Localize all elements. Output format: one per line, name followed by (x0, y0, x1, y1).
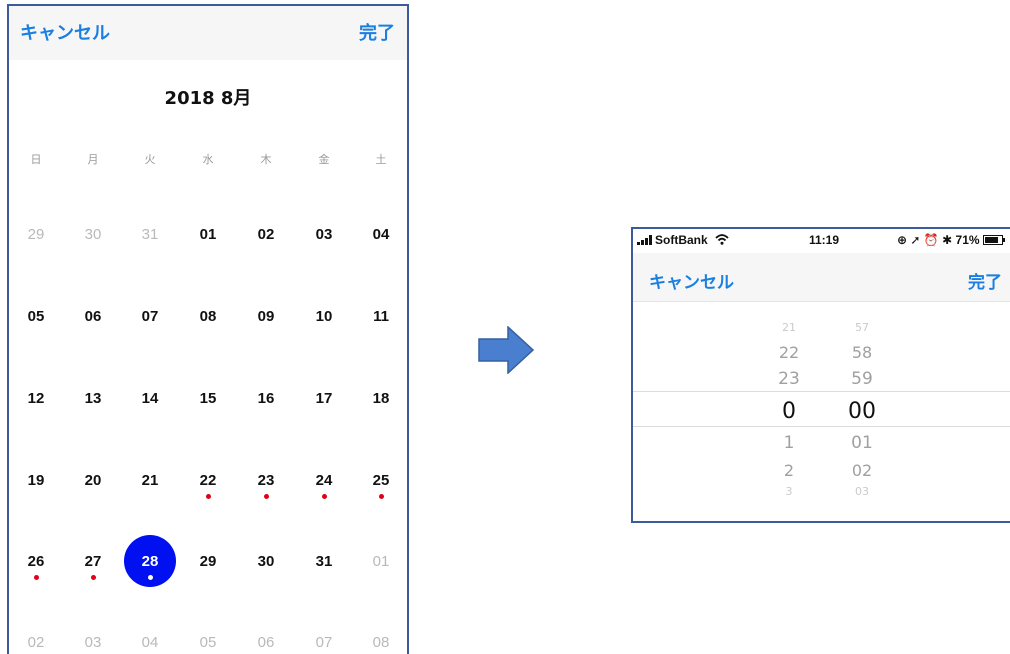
weekday-label: 日 (30, 153, 42, 166)
calendar-header: キャンセル 完了 (9, 6, 407, 60)
cancel-button[interactable]: キャンセル (649, 268, 734, 293)
picker-value[interactable]: 1 (759, 433, 819, 453)
day-cell[interactable]: 30 (70, 211, 116, 257)
cancel-button[interactable]: キャンセル (20, 24, 110, 44)
weekday-label: 土 (375, 153, 387, 166)
picker-value[interactable]: 59 (832, 369, 892, 389)
day-cell[interactable]: 29 (13, 211, 59, 257)
wifi-icon (715, 234, 729, 245)
day-cell[interactable]: 14 (127, 375, 173, 421)
day-cell[interactable]: 07 (301, 619, 347, 654)
day-cell[interactable]: 06 (70, 293, 116, 339)
day-cell[interactable]: 13 (70, 375, 116, 421)
weekday-label: 火 (144, 153, 156, 166)
picker-value[interactable]: 22 (759, 343, 819, 362)
event-dot (33, 575, 39, 580)
day-cell[interactable]: 07 (127, 293, 173, 339)
weekday-label: 水 (202, 153, 214, 166)
signal-icon (637, 235, 652, 245)
done-button[interactable]: 完了 (359, 24, 395, 44)
day-cell[interactable]: 17 (301, 375, 347, 421)
day-cell[interactable]: 03 (301, 211, 347, 257)
calendar-panel: キャンセル 完了 2018 8月 日月火水木金土 29 30 31 01 02 03 04 0… (7, 4, 409, 654)
event-dot (205, 494, 211, 499)
day-cell[interactable]: 31 (301, 538, 347, 584)
day-cell[interactable]: 04 (127, 619, 173, 654)
day-cell[interactable]: 20 (70, 457, 116, 503)
event-dot (90, 575, 96, 580)
day-cell[interactable]: 21 (127, 457, 173, 503)
day-cell[interactable]: 01 (185, 211, 231, 257)
weekday-label: 金 (318, 153, 330, 166)
day-cell[interactable]: 16 (243, 375, 289, 421)
picker-value[interactable]: 58 (832, 343, 892, 362)
day-cell[interactable]: 31 (127, 211, 173, 257)
day-cell[interactable]: 10 (301, 293, 347, 339)
day-cell[interactable]: 06 (243, 619, 289, 654)
day-cell[interactable]: 04 (358, 211, 404, 257)
status-right: ⊕ ➚ ⏰ ✱ 71% (897, 233, 1005, 247)
event-dot (378, 494, 384, 499)
time-picker-nav: キャンセル 完了 (633, 253, 1010, 302)
location-icon: ➚ (910, 233, 921, 247)
selection-line-top (633, 391, 1010, 392)
event-dot (147, 575, 153, 580)
status-bar: SoftBank 11:19 ⊕ ➚ ⏰ ✱ 71% (633, 229, 1010, 253)
day-cell[interactable]: 12 (13, 375, 59, 421)
battery-percent: 71% (955, 233, 980, 247)
bluetooth-icon: ✱ (942, 233, 953, 247)
picker-value[interactable]: 2 (759, 461, 819, 480)
day-cell[interactable]: 11 (358, 293, 404, 339)
picker-value[interactable]: 01 (832, 433, 892, 453)
picker-value[interactable]: 03 (832, 485, 892, 498)
picker-value[interactable]: 0 (759, 399, 819, 424)
picker-value[interactable]: 23 (759, 369, 819, 389)
day-cell[interactable]: 08 (358, 619, 404, 654)
picker-value[interactable]: 21 (759, 321, 819, 334)
event-dot (321, 494, 327, 499)
day-cell[interactable]: 03 (70, 619, 116, 654)
day-cell[interactable]: 09 (243, 293, 289, 339)
battery-icon (982, 235, 1005, 245)
selection-line-bottom (633, 426, 1010, 427)
day-cell[interactable]: 02 (243, 211, 289, 257)
picker-value[interactable]: 57 (832, 321, 892, 334)
day-cell[interactable]: 05 (185, 619, 231, 654)
lock-rotation-icon: ⊕ (897, 233, 908, 247)
right-arrow-icon (478, 326, 534, 374)
day-cell[interactable]: 19 (13, 457, 59, 503)
day-cell[interactable]: 08 (185, 293, 231, 339)
done-button[interactable]: 完了 (968, 268, 1002, 293)
event-dot (263, 494, 269, 499)
status-time: 11:19 (809, 233, 840, 247)
day-cell[interactable]: 30 (243, 538, 289, 584)
time-picker-panel: SoftBank 11:19 ⊕ ➚ ⏰ ✱ 71% キャンセル 完了 21 22… (631, 227, 1010, 523)
picker-value[interactable]: 3 (759, 485, 819, 498)
day-cell[interactable]: 29 (185, 538, 231, 584)
day-cell[interactable]: 18 (358, 375, 404, 421)
day-cell[interactable]: 15 (185, 375, 231, 421)
day-cell[interactable]: 01 (358, 538, 404, 584)
weekday-label: 木 (260, 153, 272, 166)
day-cell[interactable]: 05 (13, 293, 59, 339)
carrier: SoftBank (637, 233, 729, 247)
weekday-label: 月 (87, 153, 99, 166)
picker-value[interactable]: 00 (832, 399, 892, 424)
carrier-name: SoftBank (655, 233, 708, 247)
alarm-icon: ⏰ (923, 233, 939, 247)
month-title: 2018 8月 (164, 88, 252, 109)
day-cell[interactable]: 02 (13, 619, 59, 654)
picker-value[interactable]: 02 (832, 461, 892, 480)
